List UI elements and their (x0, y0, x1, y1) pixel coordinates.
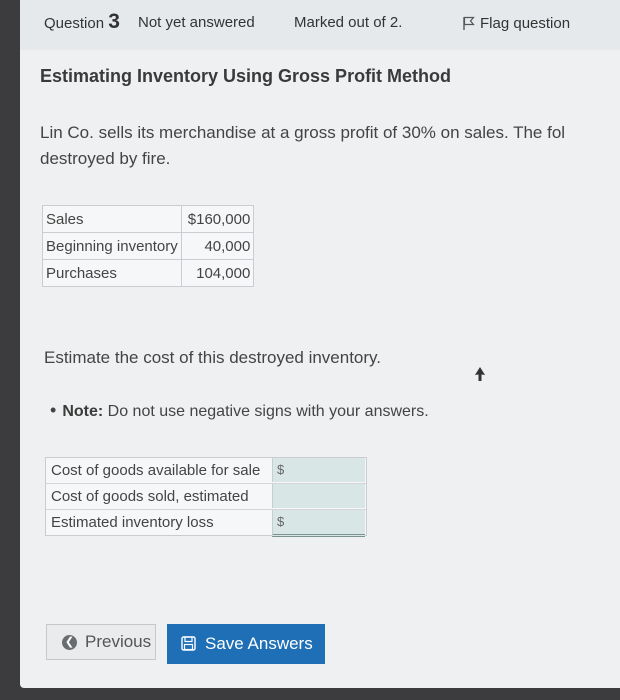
previous-button[interactable]: ❮ Previous (46, 624, 156, 660)
dollar-prefix: $ (277, 462, 285, 477)
answer-input[interactable] (289, 460, 363, 480)
dollar-prefix: $ (277, 514, 285, 529)
given-row-value: 40,000 (180, 232, 255, 260)
answer-table: Cost of goods available for sale $ Cost of… (45, 457, 367, 537)
note-label: Note: (62, 403, 104, 420)
previous-label: Previous (85, 632, 152, 651)
given-row: Beginning inventory 40,000 (42, 232, 255, 260)
given-data-table: Sales $160,000 Beginning inventory 40,000 Pu… (42, 205, 255, 287)
question-text: Lin Co. sells its merchandise at a gross… (40, 123, 566, 168)
save-disk-icon (181, 636, 196, 651)
question-number-label: Question 3 (44, 10, 120, 34)
given-row-label: Sales (42, 205, 182, 233)
answer-row-label: Estimated inventory loss (51, 514, 214, 531)
given-row-label: Purchases (42, 259, 182, 287)
question-title: Estimating Inventory Using Gross Profit … (40, 66, 452, 86)
save-answers-label: Save Answers (205, 634, 313, 653)
answer-row: Estimated inventory loss $ (46, 510, 366, 537)
given-row-label: Beginning inventory (42, 232, 182, 260)
answer-cell: $ (272, 458, 365, 482)
quiz-page: Question 3 Not yet answered Marked out o… (20, 0, 620, 688)
answer-cell (272, 484, 365, 508)
answer-row: Cost of goods available for sale $ (46, 458, 366, 484)
answer-row-label: Cost of goods sold, estimated (51, 488, 249, 505)
question-number: 3 (108, 10, 120, 33)
question-status: Not yet answered (138, 14, 255, 31)
question-info-bar: Question 3 Not yet answered Marked out o… (20, 0, 620, 50)
chevron-left-circle-icon: ❮ (62, 635, 77, 650)
answer-row: Cost of goods sold, estimated (46, 484, 366, 510)
answer-row-label: Cost of goods available for sale (51, 462, 261, 479)
answer-cell: $ (272, 510, 365, 537)
given-row: Sales $160,000 (42, 205, 255, 233)
bullet-icon: • (50, 400, 57, 420)
given-row-value: 104,000 (180, 259, 255, 287)
flag-question-label: Flag question (480, 15, 571, 32)
given-row: Purchases 104,000 (42, 259, 255, 287)
flag-question-link[interactable]: Flag question (463, 15, 570, 32)
flag-icon (463, 16, 475, 30)
save-answers-button[interactable]: Save Answers (167, 624, 325, 664)
answer-input[interactable] (289, 512, 363, 532)
note: • Note: Do not use negative signs with yo… (50, 400, 429, 421)
note-text: Do not use negative signs with your answ… (103, 403, 429, 420)
question-label-text: Question (44, 15, 105, 32)
given-row-value: $160,000 (180, 205, 255, 233)
question-marks: Marked out of 2. (294, 14, 403, 31)
mouse-pointer-icon (475, 367, 485, 381)
answer-input[interactable] (289, 486, 363, 506)
question-prompt: Estimate the cost of this destroyed inve… (44, 348, 382, 367)
